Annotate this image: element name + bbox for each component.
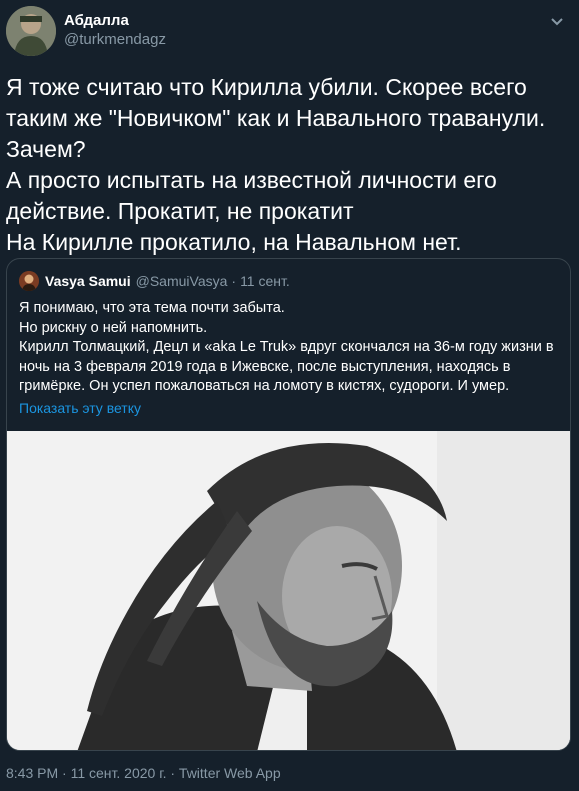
- quoted-author-handle: @SamuiVasya: [135, 273, 228, 289]
- tweet: Абдалла @turkmendagz Я тоже считаю что К…: [0, 0, 579, 791]
- author-names: Абдалла @turkmendagz: [64, 12, 166, 50]
- quoted-tweet-text: Я понимаю, что эта тема почти забыта. Но…: [19, 300, 554, 394]
- quoted-separator: ·: [231, 273, 237, 289]
- quoted-date: 11 сент.: [240, 273, 290, 289]
- quoted-tweet-photo[interactable]: [7, 431, 570, 750]
- quoted-author-name: Vasya Samui: [45, 273, 131, 289]
- chevron-down-icon[interactable]: [549, 14, 565, 30]
- tweet-header: Абдалла @turkmendagz: [6, 6, 573, 58]
- show-thread-link[interactable]: Показать эту ветку: [19, 400, 141, 416]
- tweet-meta[interactable]: 8:43 PM · 11 сент. 2020 г. · Twitter Web…: [6, 765, 281, 781]
- quoted-tweet-header: Vasya Samui @SamuiVasya · 11 сент.: [19, 271, 290, 291]
- author-display-name[interactable]: Абдалла: [64, 12, 166, 30]
- quoted-author-avatar: [19, 271, 39, 291]
- author-avatar[interactable]: [6, 6, 56, 56]
- tweet-text: Я тоже считаю что Кирилла убили. Скорее …: [6, 74, 546, 255]
- quoted-tweet[interactable]: Vasya Samui @SamuiVasya · 11 сент. Я пон…: [6, 258, 571, 751]
- author-handle[interactable]: @turkmendagz: [64, 30, 166, 50]
